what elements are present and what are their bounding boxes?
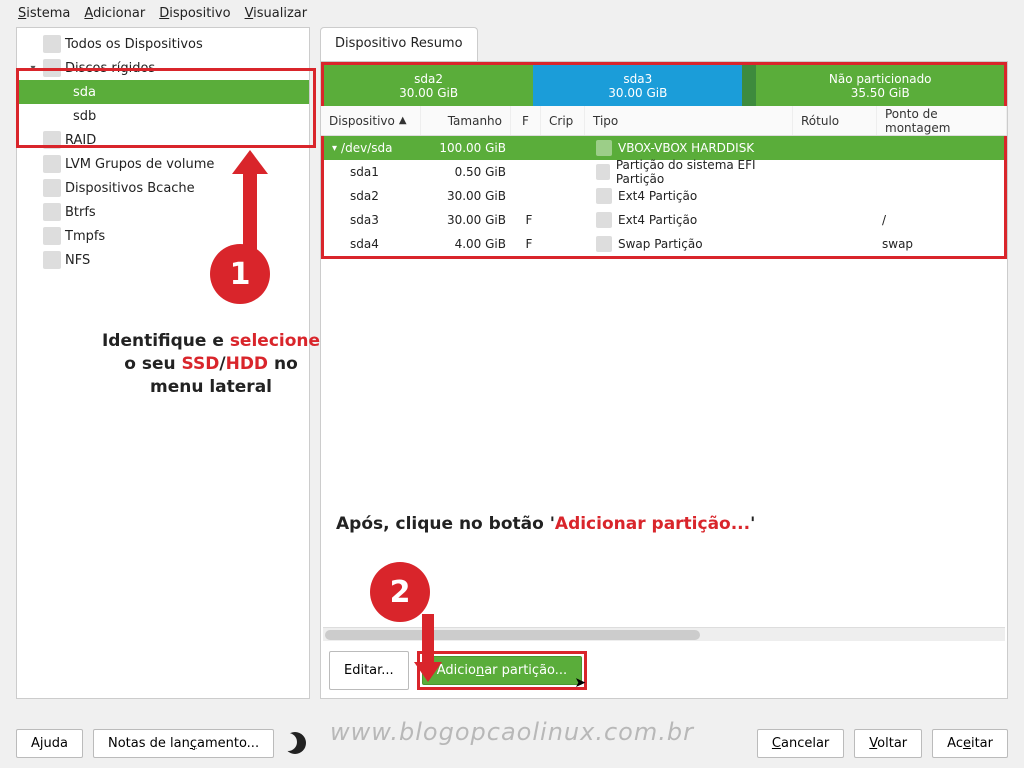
tab-dispositivo-resumo[interactable]: Dispositivo Resumo — [320, 27, 478, 61]
partition-icon — [596, 212, 612, 228]
editar-button[interactable]: Editar... — [329, 651, 409, 690]
partbar-unallocated[interactable]: Não particionado35.50 GiB — [756, 65, 1004, 106]
aceitar-button[interactable]: Aceitar — [932, 729, 1008, 758]
horizontal-scrollbar[interactable] — [323, 627, 1005, 641]
mouse-cursor-icon: ➤ — [574, 675, 586, 691]
col-crip[interactable]: Crip — [541, 106, 585, 135]
table-row[interactable]: sda10.50 GiB Partição do sistema EFI Par… — [324, 160, 1004, 184]
chevron-down-icon[interactable]: ▾ — [332, 143, 337, 154]
tree-hard-disks[interactable]: ▾Discos rígidos — [17, 56, 309, 80]
table-row[interactable]: sda44.00 GiBF Swap Partiçãoswap — [324, 232, 1004, 256]
col-ponto-montagem[interactable]: Ponto de montagem — [877, 106, 1007, 135]
device-summary-panel: sda230.00 GiB sda330.00 GiB Não particio… — [320, 61, 1008, 699]
partbar-sda2[interactable]: sda230.00 GiB — [324, 65, 533, 106]
tree-tmpfs[interactable]: Tmpfs — [17, 224, 309, 248]
devices-icon — [43, 35, 61, 53]
tree-disk-sdb[interactable]: sdb — [17, 104, 309, 128]
cancelar-button[interactable]: Cancelar — [757, 729, 844, 758]
tab-strip: Dispositivo Resumo — [320, 27, 1008, 61]
menu-dispositivo[interactable]: Dispositivo — [159, 6, 230, 21]
tree-raid[interactable]: RAID — [17, 128, 309, 152]
table-row[interactable]: sda230.00 GiB Ext4 Partição — [324, 184, 1004, 208]
tree-lvm[interactable]: LVM Grupos de volume — [17, 152, 309, 176]
tree-disk-sda[interactable]: sda — [17, 80, 309, 104]
partition-icon — [596, 188, 612, 204]
chevron-down-icon[interactable]: ▾ — [27, 63, 39, 74]
menu-adicionar[interactable]: Adicionar — [84, 6, 145, 21]
disk-icon — [43, 59, 61, 77]
menubar: SSistemaistema Adicionar Dispositivo Vis… — [0, 0, 1024, 27]
tree-bcache[interactable]: Dispositivos Bcache — [17, 176, 309, 200]
table-row[interactable]: sda330.00 GiBF Ext4 Partição/ — [324, 208, 1004, 232]
notas-lancamento-button[interactable]: Notas de lançamento... — [93, 729, 274, 758]
col-rotulo[interactable]: Rótulo — [793, 106, 877, 135]
annotation-text-1: Identifique e selecione o seu SSD/HDD no… — [96, 330, 326, 399]
bcache-icon — [43, 179, 61, 197]
col-tipo[interactable]: Tipo — [585, 106, 793, 135]
btrfs-icon — [43, 203, 61, 221]
col-f[interactable]: F — [511, 106, 541, 135]
dark-mode-icon[interactable] — [284, 732, 306, 754]
col-tamanho[interactable]: Tamanho — [421, 106, 511, 135]
partition-icon — [596, 164, 610, 180]
partition-icon — [596, 236, 612, 252]
menu-visualizar[interactable]: Visualizar — [245, 6, 308, 21]
annotation-badge-1: 1 — [210, 244, 270, 304]
voltar-button[interactable]: Voltar — [854, 729, 922, 758]
sort-asc-icon: ▲ — [399, 115, 407, 126]
partbar-sda3[interactable]: sda330.00 GiB — [533, 65, 742, 106]
menu-sistema[interactable]: SSistemaistema — [18, 6, 70, 21]
tree-btrfs[interactable]: Btrfs — [17, 200, 309, 224]
partition-table-header: Dispositivo▲ Tamanho F Crip Tipo Rótulo … — [321, 106, 1007, 136]
partbar-gap — [742, 65, 756, 106]
disk-icon — [596, 140, 612, 156]
tree-all-devices[interactable]: Todos os Dispositivos — [17, 32, 309, 56]
tmpfs-icon — [43, 227, 61, 245]
partition-bar: sda230.00 GiB sda330.00 GiB Não particio… — [321, 62, 1007, 106]
partition-table-body: ▾/dev/sda 100.00 GiB VBOX-VBOX HARDDISK … — [321, 136, 1007, 259]
raid-icon — [43, 131, 61, 149]
footer-bar: Ajuda Notas de lançamento... Notas de la… — [0, 718, 1024, 768]
table-row-disk[interactable]: ▾/dev/sda 100.00 GiB VBOX-VBOX HARDDISK — [324, 136, 1004, 160]
adicionar-particao-button[interactable]: Adicionar partição... — [422, 656, 582, 685]
nfs-icon — [43, 251, 61, 269]
ajuda-button[interactable]: Ajuda — [16, 729, 83, 758]
col-dispositivo[interactable]: Dispositivo▲ — [321, 106, 421, 135]
annotation-text-2: Após, clique no botão 'Adicionar partiçã… — [336, 514, 755, 534]
lvm-icon — [43, 155, 61, 173]
